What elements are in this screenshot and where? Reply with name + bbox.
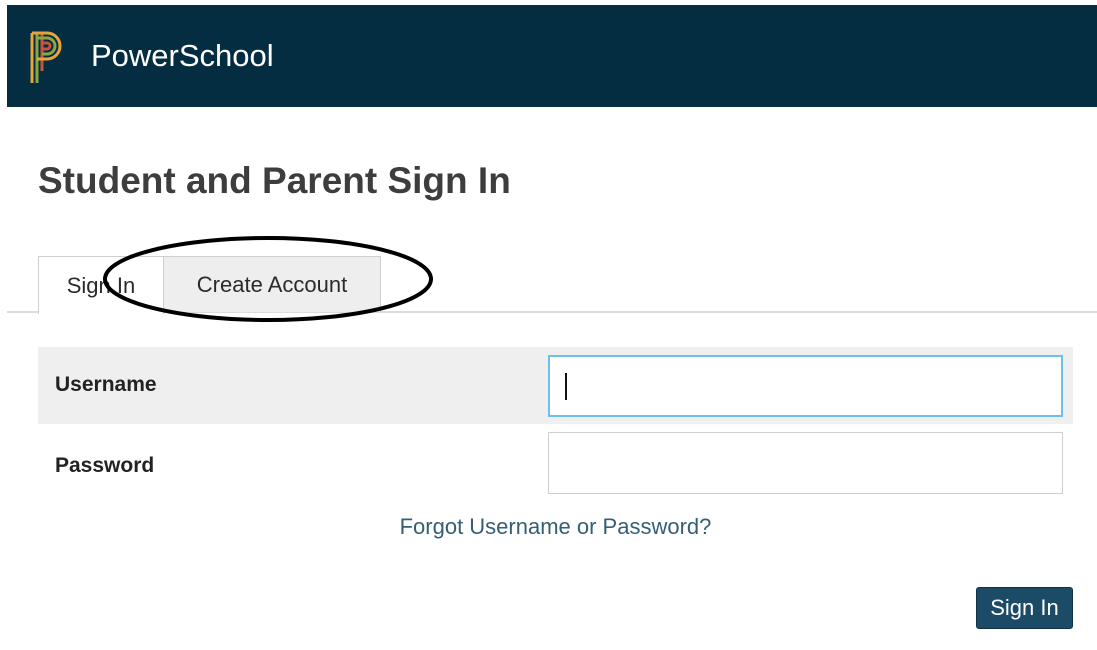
password-row: Password [38,424,1073,502]
text-cursor [565,373,567,400]
tab-sign-in[interactable]: Sign In [38,256,164,314]
brand-name: PowerSchool [91,38,274,73]
tab-create-account[interactable]: Create Account [163,256,381,312]
username-input[interactable] [548,355,1063,417]
password-label: Password [55,454,155,477]
tab-sign-in-label: Sign In [66,272,136,298]
page-title: Student and Parent Sign In [38,160,511,201]
sign-in-button[interactable]: Sign In [976,587,1073,629]
username-label: Username [55,373,157,396]
top-header-bar: PowerSchool [7,5,1097,107]
sign-in-page: PowerSchool Student and Parent Sign In S… [0,0,1097,650]
forgot-credentials-link[interactable]: Forgot Username or Password? [0,514,1097,540]
tab-create-account-label: Create Account [196,271,348,297]
powerschool-p-logo-icon [30,31,62,83]
username-row: Username [38,347,1073,424]
password-input[interactable] [548,432,1063,494]
